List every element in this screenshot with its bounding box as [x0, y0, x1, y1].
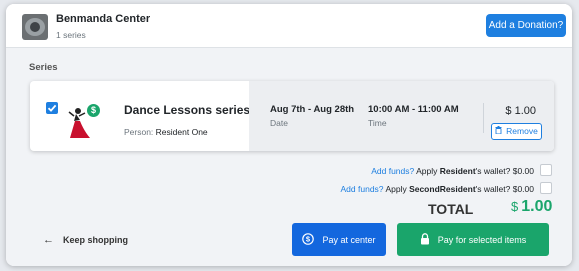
item-checkbox[interactable] — [46, 102, 58, 114]
center-header: Benmanda Center 1 series Add a Donation? — [6, 4, 572, 48]
wallet-row-1: Add funds? Apply Resident's wallet? $0.0… — [371, 166, 534, 176]
wallet-name-2: SecondResident — [409, 184, 476, 194]
keep-shopping-link[interactable]: ← Keep shopping — [43, 234, 128, 246]
center-avatar — [22, 14, 48, 40]
wallet-prefix-1: Apply — [416, 166, 440, 176]
remove-label: Remove — [506, 126, 538, 136]
total-currency: $ — [511, 199, 519, 214]
cart-item: $ Dance Lessons series Person: Resident … — [30, 81, 554, 151]
item-person: Person: Resident One — [124, 127, 208, 137]
wallet-checkbox-2[interactable] — [540, 182, 552, 194]
add-funds-link-2[interactable]: Add funds? — [341, 184, 384, 194]
dollar-badge-icon: $ — [87, 104, 100, 117]
total-value: 1.00 — [521, 198, 553, 215]
pay-selected-button[interactable]: Pay for selected items — [397, 223, 549, 256]
pay-selected-label: Pay for selected items — [437, 234, 527, 245]
pay-at-center-label: Pay at center — [322, 234, 376, 245]
person-name: Resident One — [155, 127, 208, 137]
item-price: $ 1.00 — [505, 105, 536, 117]
wallet-prefix-2: Apply — [385, 184, 410, 194]
add-funds-link-1[interactable]: Add funds? — [371, 166, 414, 176]
center-name: Benmanda Center — [56, 13, 151, 25]
remove-button[interactable]: Remove — [491, 123, 542, 140]
wallet-checkbox-1[interactable] — [540, 164, 552, 176]
pay-at-center-button[interactable]: $ Pay at center — [292, 223, 386, 256]
time-value: 10:00 AM - 11:00 AM — [368, 104, 459, 115]
item-details: Aug 7th - Aug 28th Date 10:00 AM - 11:00… — [249, 81, 554, 151]
cart-card: Benmanda Center 1 series Add a Donation?… — [6, 4, 572, 266]
dollar-coin-icon: $ — [302, 232, 315, 247]
svg-text:$: $ — [306, 234, 311, 243]
series-count: 1 series — [56, 30, 86, 40]
lock-icon — [420, 232, 430, 247]
person-label: Person: — [124, 127, 154, 137]
cart-body: Series $ Dance Lessons series Person: Re… — [6, 48, 572, 266]
time-label: Time — [368, 118, 387, 128]
trash-icon — [495, 124, 502, 139]
series-section-label: Series — [29, 62, 58, 73]
wallet-suffix-2: 's wallet? $0.00 — [475, 184, 534, 194]
wallet-row-2: Add funds? Apply SecondResident's wallet… — [341, 184, 534, 194]
total-amount: $1.00 — [511, 198, 552, 216]
total-label: TOTAL — [428, 201, 474, 217]
add-donation-button[interactable]: Add a Donation? — [486, 14, 566, 37]
date-value: Aug 7th - Aug 28th — [270, 104, 355, 115]
arrow-left-icon: ← — [43, 234, 54, 246]
item-title: Dance Lessons series — [124, 103, 251, 117]
details-divider — [483, 103, 484, 133]
wallet-suffix-1: 's wallet? $0.00 — [475, 166, 534, 176]
wallet-name-1: Resident — [439, 166, 476, 176]
keep-shopping-label: Keep shopping — [63, 235, 128, 245]
date-label: Date — [270, 118, 288, 128]
